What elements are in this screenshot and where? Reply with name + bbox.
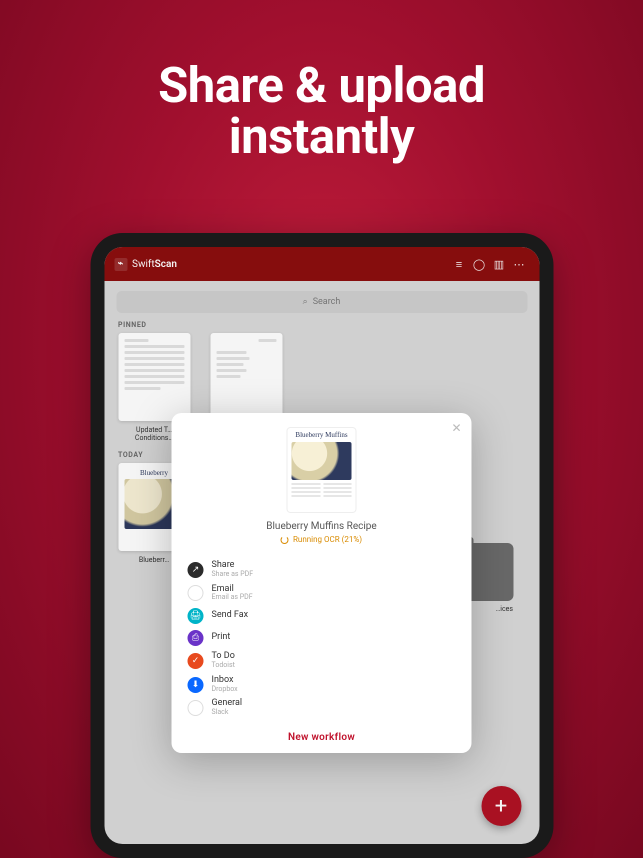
share-item-general[interactable]: #GeneralSlack	[172, 696, 472, 720]
doc-preview[interactable]: Blueberry Muffins	[287, 427, 357, 513]
print-icon: ⎙	[188, 630, 204, 646]
new-workflow-button[interactable]: New workflow	[172, 732, 472, 743]
share-list: ↗ShareShare as PDF✉EmailEmail as PDF 🖨 Sen…	[172, 558, 472, 720]
share-item-share[interactable]: ↗ShareShare as PDF	[172, 558, 472, 582]
hero-line-1: Share & upload	[0, 60, 643, 111]
share-item-title: Print	[212, 633, 231, 643]
fax-icon: 🖨	[188, 608, 204, 624]
email-icon: ✉	[188, 585, 204, 601]
preview-title: Blueberry Muffins	[288, 428, 356, 442]
close-icon[interactable]: ✕	[451, 421, 461, 435]
share-icon: ↗	[188, 562, 204, 578]
share-item-subtitle: Slack	[212, 709, 243, 717]
share-item-email[interactable]: ✉EmailEmail as PDF	[172, 582, 472, 606]
share-item-subtitle: Share as PDF	[212, 571, 254, 579]
spinner-icon	[281, 536, 289, 544]
tablet-frame: ⌁ SwiftScan ≡ ◯ ▥ ⋯ ⌕ Search PINNED	[90, 233, 553, 858]
share-item-inbox[interactable]: ⬇InboxDropbox	[172, 673, 472, 697]
share-item-print[interactable]: ⎙ Print	[172, 627, 472, 649]
general-icon: #	[188, 700, 204, 716]
share-item-subtitle: Todoist	[212, 662, 235, 670]
hero-headline: Share & upload instantly	[0, 0, 643, 163]
app-screen: ⌁ SwiftScan ≡ ◯ ▥ ⋯ ⌕ Search PINNED	[104, 247, 539, 844]
hero-line-2: instantly	[0, 111, 643, 162]
share-item-subtitle: Email as PDF	[212, 594, 253, 602]
todo-icon: ✓	[188, 653, 204, 669]
share-item-to-do[interactable]: ✓To DoTodoist	[172, 649, 472, 673]
promo-stage: Share & upload instantly ⌁ SwiftScan ≡ ◯…	[0, 0, 643, 858]
share-item-title: Send Fax	[212, 611, 249, 621]
share-sheet: ✕ Blueberry Muffins Blueberry Muffins Re…	[172, 413, 472, 753]
sheet-doc-status: Running OCR (21%)	[172, 535, 472, 544]
sheet-doc-title: Blueberry Muffins Recipe	[172, 521, 472, 532]
status-text: Running OCR (21%)	[293, 535, 362, 544]
inbox-icon: ⬇	[188, 677, 204, 693]
share-item-send-fax[interactable]: 🖨 Send Fax	[172, 605, 472, 627]
preview-photo	[292, 442, 352, 480]
share-item-subtitle: Dropbox	[212, 686, 238, 694]
